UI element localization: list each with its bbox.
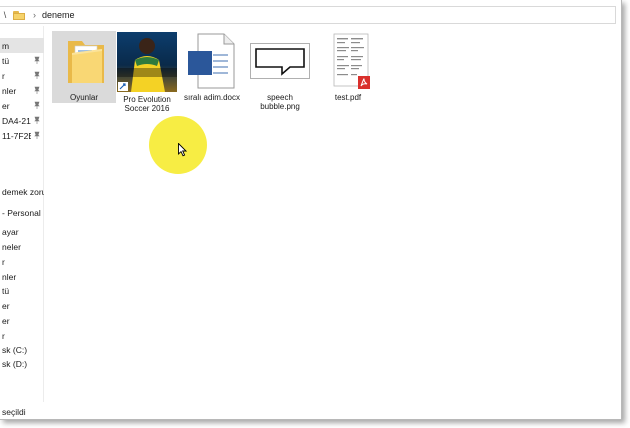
sidebar-item-label: r <box>2 70 5 81</box>
file-name: Pro Evolution Soccer 2016 <box>123 95 171 113</box>
pin-icon <box>34 101 40 109</box>
sidebar-item[interactable]: ayar <box>0 224 44 239</box>
sidebar-item-label: tü <box>2 285 10 296</box>
pin-icon <box>34 71 40 79</box>
sidebar-item[interactable]: neler <box>0 239 44 254</box>
navigation-pane: m tü r nler er DA4-21DF 11-7F2E-• demek … <box>0 26 44 402</box>
pin-icon <box>34 86 40 94</box>
drive-item-c[interactable]: sk (C:) <box>0 342 44 357</box>
file-item-speech-bubble-png[interactable]: speech bubble.png <box>248 31 312 111</box>
pin-icon <box>34 116 40 124</box>
pin-icon <box>34 56 40 64</box>
drive-item-d[interactable]: sk (D:) <box>0 356 44 371</box>
sidebar-item[interactable]: r <box>0 68 44 83</box>
sidebar-item[interactable]: demek zorun <box>0 184 44 199</box>
status-bar-text: seçildi <box>2 407 26 417</box>
sidebar-item[interactable]: 11-7F2E-• <box>0 128 44 143</box>
sidebar-item-label: nler <box>2 271 17 282</box>
mouse-pointer-icon <box>178 143 187 157</box>
nav-back-button[interactable]: \ <box>0 7 10 23</box>
pdf-document-icon <box>316 31 380 91</box>
sidebar-item-label: r <box>2 256 5 267</box>
sidebar-item-label: er <box>2 100 10 111</box>
sidebar-item-label: sk (D:) <box>2 358 28 369</box>
sidebar-item-label: neler <box>2 241 21 252</box>
file-item-test-pdf[interactable]: test.pdf <box>316 31 380 102</box>
sidebar-item-label: tü <box>2 55 10 66</box>
sidebar-item-label: sk (C:) <box>2 344 28 355</box>
file-item-sirali-adim-docx[interactable]: W sıralı adim.docx <box>180 31 391 103</box>
sidebar-item[interactable]: - Personal <box>0 205 44 220</box>
sidebar-item[interactable]: tü <box>0 53 44 68</box>
address-bar[interactable]: \ › deneme <box>0 6 616 24</box>
pes-shortcut-icon: PES2016 <box>115 31 281 109</box>
sidebar-item[interactable]: r <box>0 328 44 343</box>
sidebar-item-label: 11-7F2E-• <box>2 130 31 141</box>
sidebar-item-label: er <box>2 300 10 311</box>
sidebar-item-label: m <box>2 40 10 51</box>
breadcrumb-current-folder[interactable]: deneme <box>42 10 75 20</box>
word-document-icon: W <box>180 31 391 103</box>
file-item-pes-2016[interactable]: PES2016 Pro Evolution Soccer 2016 <box>115 31 281 113</box>
sidebar-item[interactable]: r <box>0 254 44 269</box>
folder-icon <box>13 10 25 20</box>
chevron-right-icon[interactable]: › <box>33 10 36 20</box>
image-thumbnail-icon <box>248 31 312 91</box>
file-item-oyunlar[interactable]: Oyunlar <box>52 31 116 103</box>
sidebar-item-label: DA4-21DF <box>2 115 31 126</box>
sidebar-item[interactable]: nler <box>0 83 44 98</box>
sidebar-item-label: - Personal <box>2 207 41 218</box>
file-name: test.pdf <box>334 93 362 102</box>
sidebar-item[interactable]: er <box>0 98 44 113</box>
file-name: sıralı adim.docx <box>183 93 241 102</box>
sidebar-item[interactable]: nler <box>0 269 44 284</box>
file-name: Oyunlar <box>69 93 98 102</box>
sidebar-item-label: er <box>2 315 10 326</box>
sidebar-item[interactable]: er <box>0 313 44 328</box>
sidebar-item-label: ayar <box>2 226 19 237</box>
sidebar-item-label: r <box>2 330 5 341</box>
pin-icon <box>34 131 40 139</box>
file-name: speech bubble.png <box>260 93 300 111</box>
sidebar-item[interactable]: er <box>0 298 44 313</box>
sidebar-item[interactable]: DA4-21DF <box>0 113 44 128</box>
sidebar-item[interactable]: m <box>0 38 44 53</box>
sidebar-item-label: demek zorun <box>2 186 44 197</box>
sidebar-item[interactable]: tü <box>0 283 44 298</box>
file-explorer-window: \ › deneme m tü r nler er DA4-21DF 11-7F… <box>0 0 622 420</box>
sidebar-item-label: nler <box>2 85 17 96</box>
folder-icon <box>52 31 116 91</box>
